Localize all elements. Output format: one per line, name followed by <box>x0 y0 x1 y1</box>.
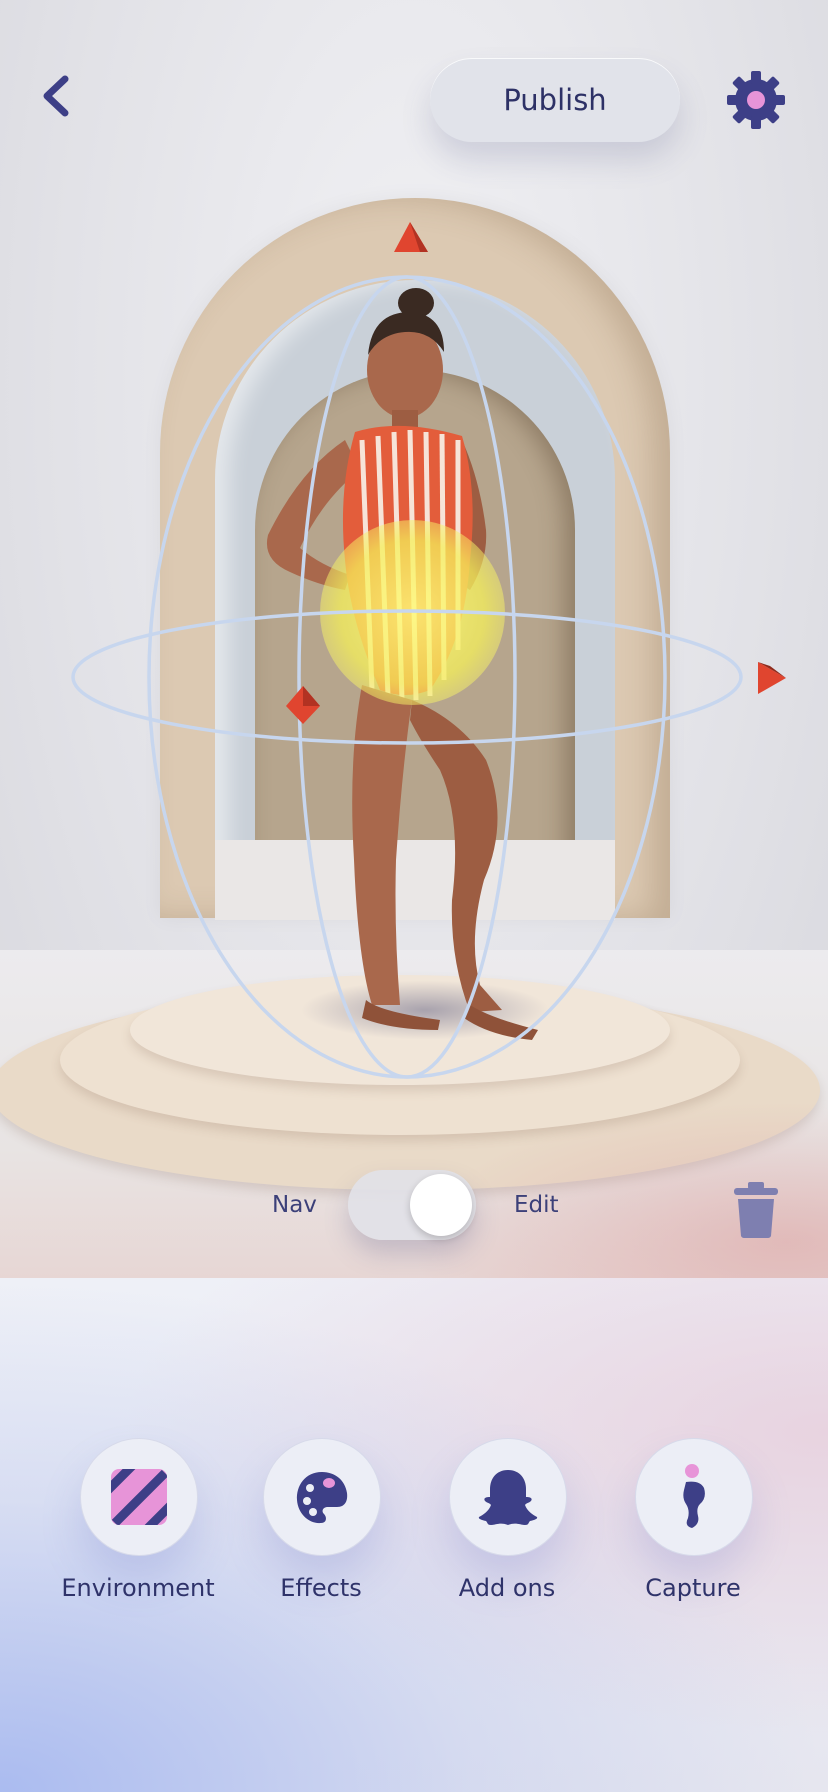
addons-label: Add ons <box>458 1574 556 1602</box>
nav-mode-label[interactable]: Nav <box>272 1192 317 1218</box>
scene-viewport[interactable] <box>0 0 828 1278</box>
palette-icon <box>296 1472 348 1524</box>
environment-label: Environment <box>61 1574 215 1602</box>
gear-icon <box>727 71 785 129</box>
edit-mode-label[interactable]: Edit <box>514 1192 559 1218</box>
addons-tool-circle[interactable] <box>449 1438 567 1556</box>
striped-square-icon <box>111 1469 167 1525</box>
back-button[interactable] <box>30 66 80 126</box>
mode-toggle-switch[interactable] <box>348 1170 476 1240</box>
transform-gizmo[interactable] <box>0 0 828 1100</box>
addons-tool[interactable]: Add ons <box>417 1438 597 1638</box>
toggle-knob[interactable] <box>410 1174 472 1236</box>
capture-tool[interactable]: Capture <box>603 1438 783 1638</box>
gizmo-handle-right <box>758 662 786 694</box>
effects-tool[interactable]: Effects <box>231 1438 411 1638</box>
tool-panel: Environment Effects Add ons Capture <box>0 1278 828 1792</box>
publish-label: Publish <box>503 83 607 117</box>
effects-label: Effects <box>280 1574 362 1602</box>
gizmo-handle-top <box>394 222 428 252</box>
environment-tool[interactable]: Environment <box>48 1438 228 1638</box>
gizmo-handle-left <box>286 686 320 724</box>
ghost-icon <box>478 1470 538 1525</box>
person-capture-icon <box>683 1464 705 1528</box>
publish-button[interactable]: Publish <box>430 58 680 142</box>
capture-label: Capture <box>645 1574 741 1602</box>
delete-button[interactable] <box>728 1180 784 1240</box>
capture-tool-circle[interactable] <box>635 1438 753 1556</box>
settings-button[interactable] <box>722 66 790 134</box>
environment-tool-circle[interactable] <box>80 1438 198 1556</box>
trash-icon <box>734 1182 778 1238</box>
chevron-left-icon <box>43 75 69 117</box>
mode-toggle-row: Nav Edit <box>0 1170 828 1240</box>
effects-tool-circle[interactable] <box>263 1438 381 1556</box>
